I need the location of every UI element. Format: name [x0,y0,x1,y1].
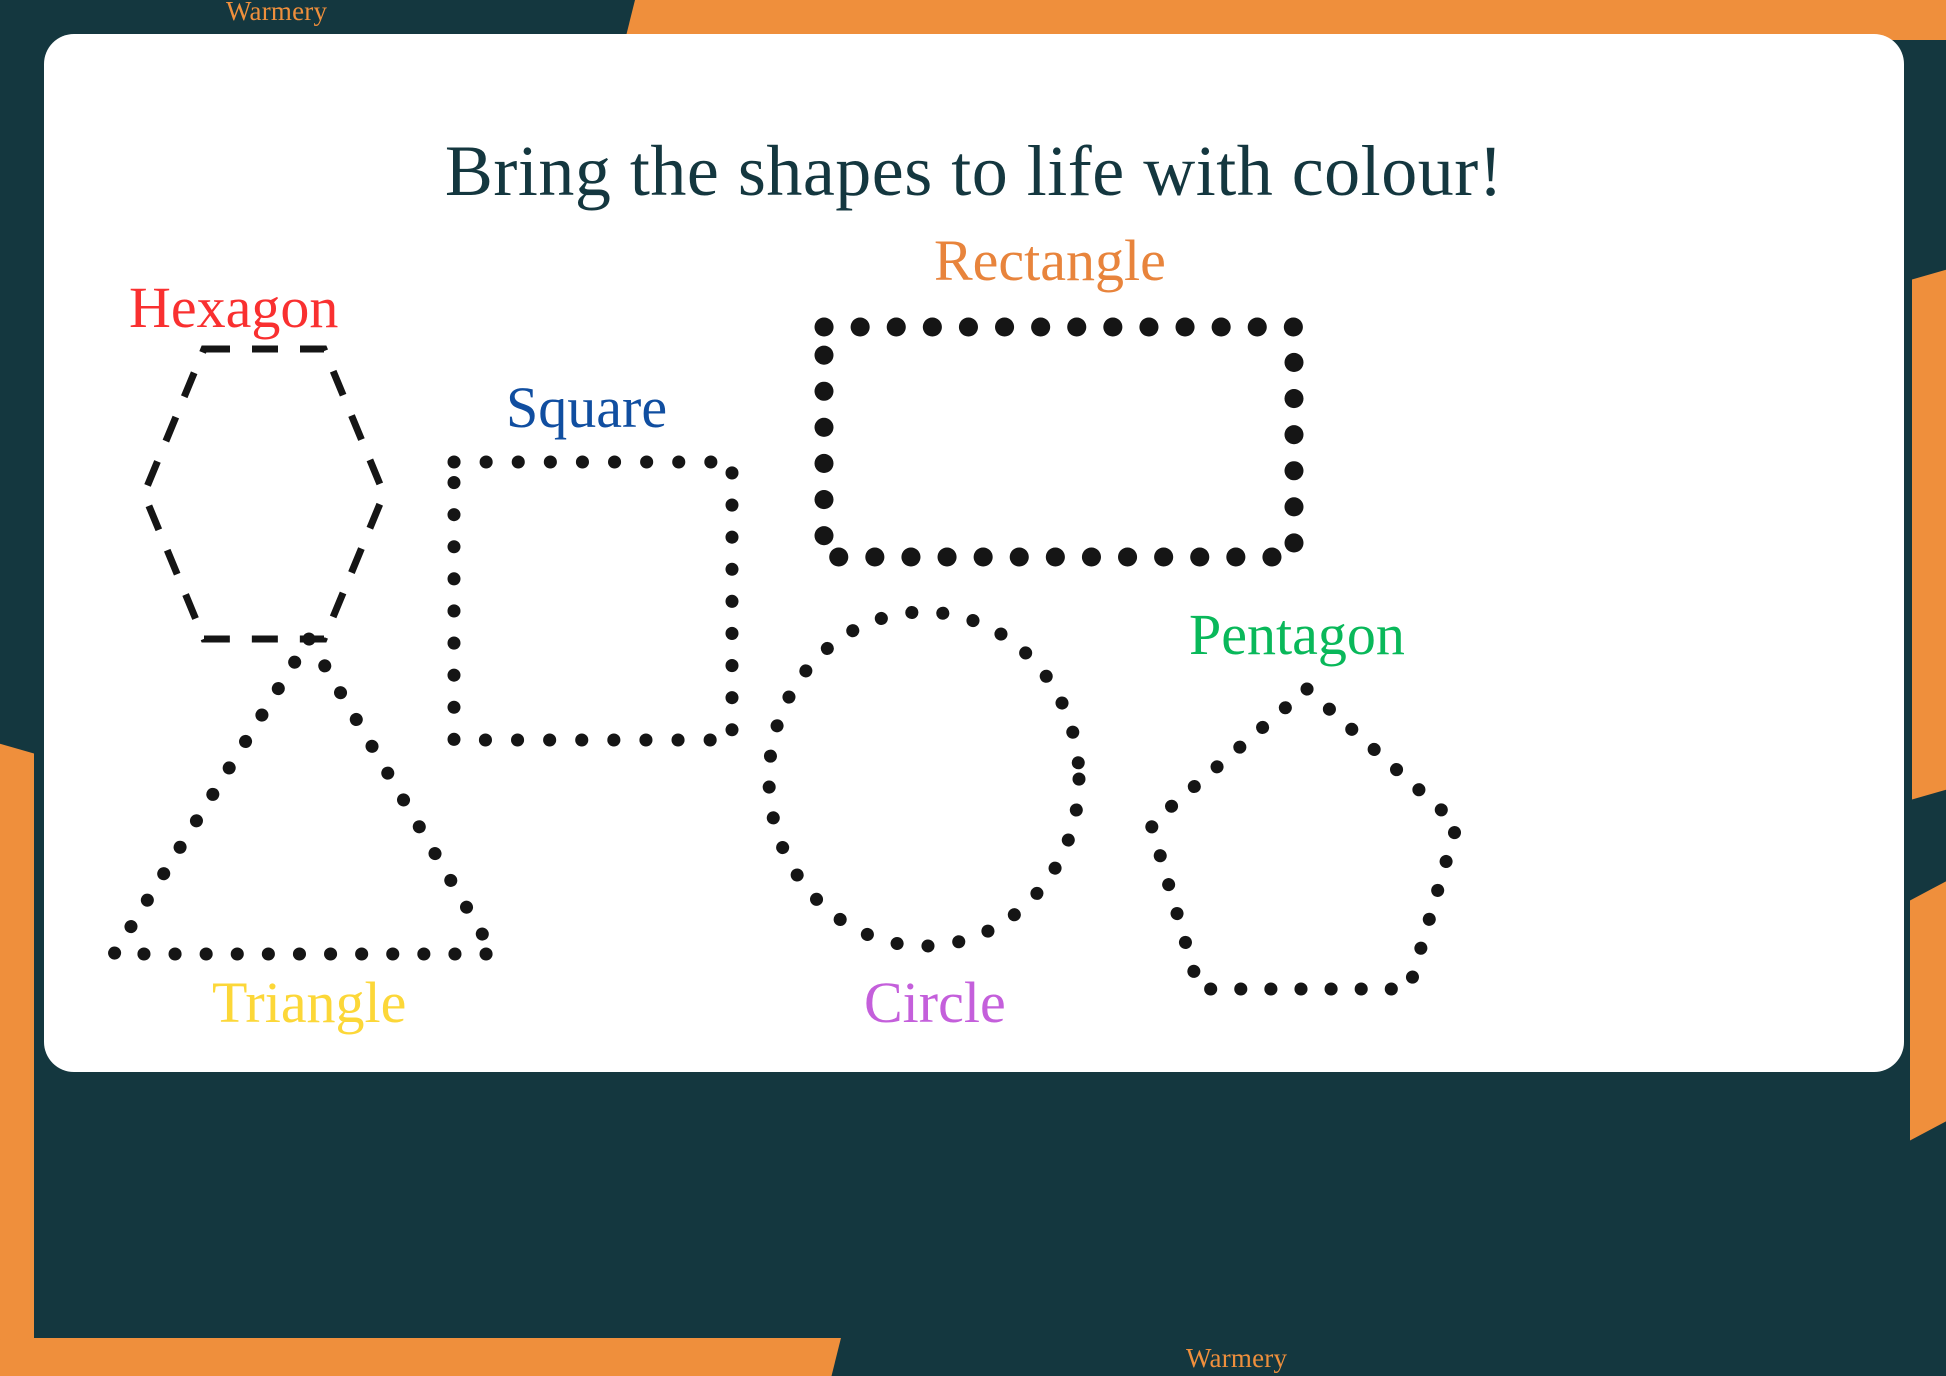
decorative-wedge-bottom-right [1910,876,1946,1141]
circle-outline [762,605,1086,953]
shape-label-triangle: Triangle [212,970,407,1035]
worksheet-canvas: Bring the shapes to life with colour! He… [44,34,1904,1072]
decorative-band-right [1912,268,1946,800]
worksheet-page: Warmery Warmery Bring the shapes to life… [0,0,1946,1376]
decorative-band-bottom [0,1338,841,1376]
shape-label-circle: Circle [864,970,1006,1035]
decorative-band-left [0,742,34,1376]
shape-label-pentagon: Pentagon [1189,602,1405,667]
watermark-top: Warmery [226,0,328,26]
shape-pentagon [1139,674,1469,1004]
watermark-bottom: Warmery [1186,1343,1288,1373]
shape-triangle [84,624,524,974]
triangle-outline [102,626,506,961]
shape-label-rectangle: Rectangle [934,228,1166,293]
shape-rectangle [809,312,1309,572]
shape-hexagon [84,334,444,654]
shape-label-square: Square [506,375,668,440]
pentagon-outline [1143,680,1465,996]
shape-circle [759,599,1089,959]
page-title: Bring the shapes to life with colour! [444,131,1504,211]
rectangle-outline [814,317,1304,567]
hexagon-outline [140,345,388,643]
shape-label-hexagon: Hexagon [129,275,339,340]
